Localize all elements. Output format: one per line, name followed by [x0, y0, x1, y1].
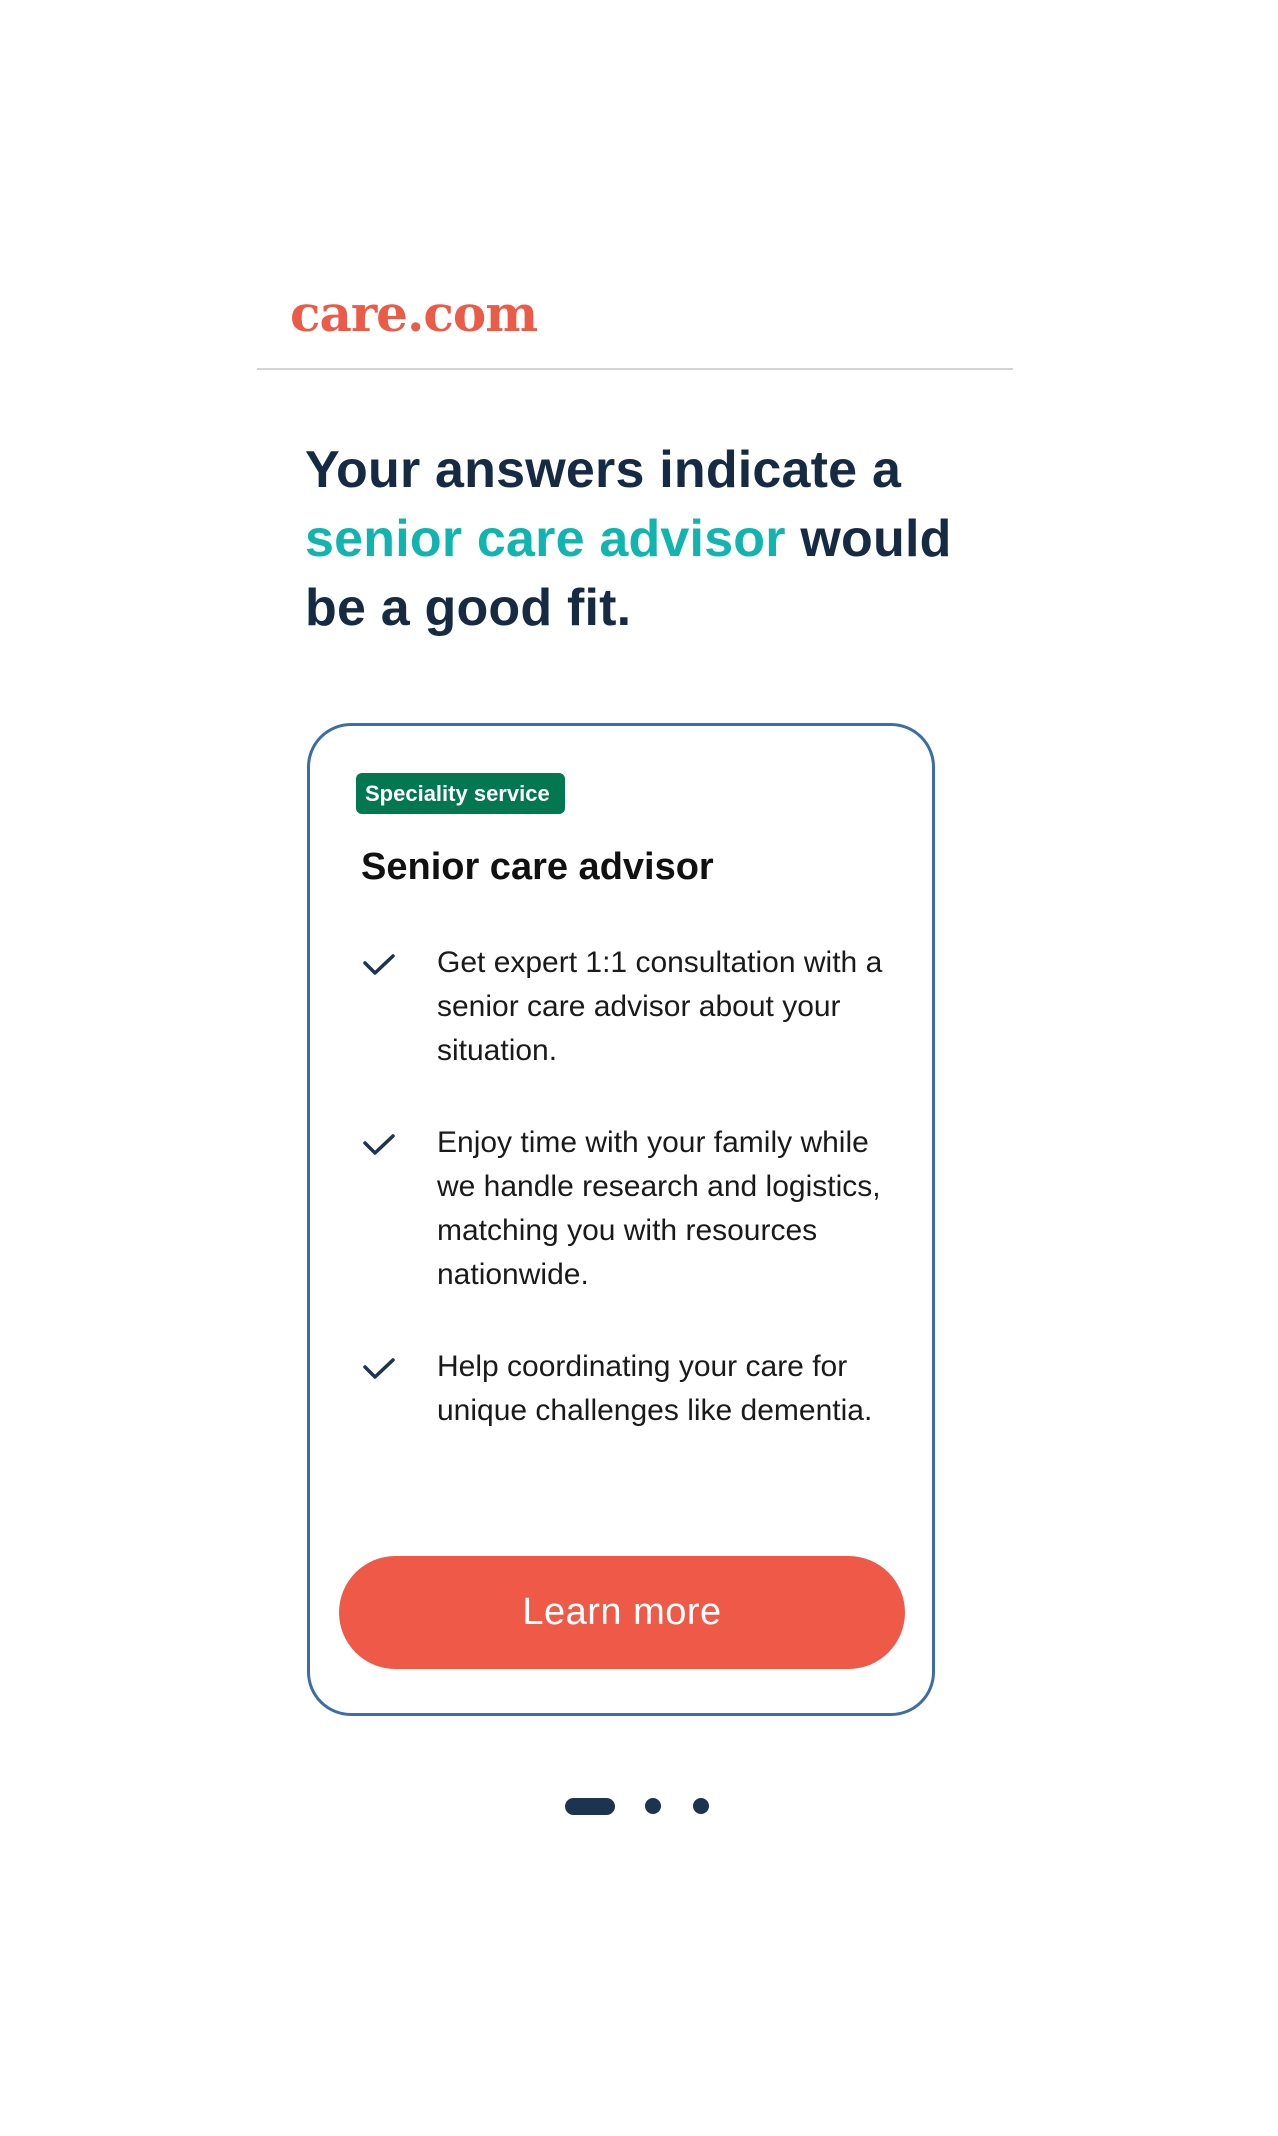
check-icon — [363, 1134, 395, 1155]
check-icon — [363, 1358, 395, 1379]
feature-item: Help coordinating your care for unique c… — [361, 1345, 901, 1433]
headline-accent: senior care advisor — [305, 510, 786, 568]
page: care.com Your answers indicate a senior c… — [0, 0, 1278, 2136]
carousel-indicator — [565, 1797, 741, 1815]
feature-text: Get expert 1:1 consultation with a senio… — [437, 946, 883, 1067]
carousel-dot[interactable] — [693, 1798, 709, 1814]
care-logo[interactable]: care.com — [290, 284, 538, 343]
carousel-dot-active[interactable] — [565, 1797, 615, 1815]
feature-item: Get expert 1:1 consultation with a senio… — [361, 941, 901, 1073]
feature-text: Help coordinating your care for unique c… — [437, 1350, 873, 1427]
feature-list: Get expert 1:1 consultation with a senio… — [361, 941, 901, 1481]
feature-item: Enjoy time with your family while we han… — [361, 1121, 901, 1297]
feature-text: Enjoy time with your family while we han… — [437, 1126, 881, 1291]
learn-more-button[interactable]: Learn more — [339, 1556, 905, 1669]
header: care.com — [257, 262, 1013, 370]
check-icon — [363, 954, 395, 975]
card-title: Senior care advisor — [361, 846, 714, 888]
carousel-dot[interactable] — [645, 1798, 661, 1814]
service-card: Speciality service Senior care advisor G… — [307, 723, 935, 1716]
headline-part1: Your answers indicate a — [305, 441, 902, 499]
page-headline: Your answers indicate a senior care advis… — [305, 436, 1005, 643]
speciality-badge: Speciality service — [356, 773, 565, 814]
